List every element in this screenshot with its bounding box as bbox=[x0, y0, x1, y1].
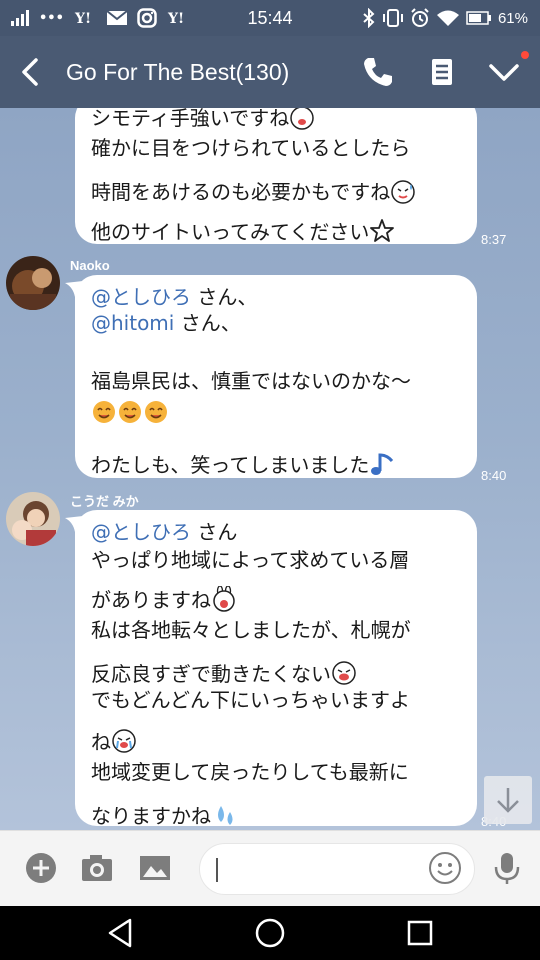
bluetooth-icon bbox=[363, 8, 375, 28]
music-note-icon bbox=[371, 453, 394, 475]
message-bubble[interactable]: @としひろ さん、 @hitomi さん、 福島県民は、慎重ではないのかな〜 わ… bbox=[65, 275, 477, 481]
input-bar bbox=[0, 830, 540, 906]
sender-name: Naoko bbox=[70, 258, 110, 273]
avatar-image bbox=[6, 256, 60, 310]
notes-icon[interactable] bbox=[424, 54, 460, 90]
notification-dot bbox=[521, 51, 529, 59]
smile-emoji-icon bbox=[145, 401, 167, 423]
message-line: 時間をあけるのも必要かもですね bbox=[91, 178, 477, 208]
sweat-drops-icon bbox=[218, 806, 233, 825]
status-right: 61% bbox=[362, 0, 528, 36]
recents-square-icon[interactable] bbox=[403, 916, 437, 950]
back-triangle-icon[interactable] bbox=[104, 916, 138, 950]
vibrate-icon bbox=[382, 9, 403, 27]
battery-icon bbox=[466, 11, 491, 25]
text-caret bbox=[216, 858, 218, 882]
mention[interactable]: @hitomi bbox=[91, 311, 174, 335]
plus-icon[interactable] bbox=[24, 851, 58, 885]
sender-name: こうだ みか bbox=[70, 494, 139, 509]
arrow-down-icon bbox=[497, 788, 519, 813]
message-bubble[interactable]: シモティ手強いですね 確かに目をつけられているとしたら 時間をあけるのも必要かも… bbox=[75, 108, 477, 244]
message-line: でもどんどん下にいっちゃいますよ bbox=[91, 688, 410, 712]
back-icon[interactable] bbox=[14, 54, 48, 90]
status-bar: ••• Y! Y! 15:44 61% bbox=[0, 0, 540, 36]
mention[interactable]: @としひろ bbox=[91, 285, 191, 309]
home-circle-icon[interactable] bbox=[253, 916, 287, 950]
mention[interactable]: @としひろ bbox=[91, 520, 191, 544]
bunny-emoji-icon bbox=[290, 108, 314, 130]
message-line: 地域変更して戻ったりしても最新に bbox=[91, 760, 409, 784]
sweat-emoji-icon bbox=[391, 180, 415, 204]
message-line: シモティ手強いですね bbox=[91, 108, 477, 134]
message-bubble[interactable]: @としひろ さん やっぱり地域によって求めている層 がありますね 私は各地転々と… bbox=[65, 510, 477, 826]
message-line: 反応良すぎで動きたくない bbox=[91, 660, 477, 690]
call-icon[interactable] bbox=[360, 54, 396, 90]
message-line bbox=[91, 399, 477, 429]
navigation-bar bbox=[0, 906, 540, 960]
avatar-image bbox=[6, 492, 60, 546]
chat-header: Go For The Best(130) bbox=[0, 36, 540, 108]
message-line: がありますね bbox=[91, 586, 477, 616]
chevron-down-icon[interactable] bbox=[486, 54, 522, 90]
message-time: 8:40 bbox=[481, 468, 507, 483]
smile-emoji-icon bbox=[119, 401, 141, 423]
message-time: 8:37 bbox=[481, 232, 507, 247]
chat-area[interactable]: シモティ手強いですね 確かに目をつけられているとしたら 時間をあけるのも必要かも… bbox=[0, 108, 540, 830]
crying-emoji-icon bbox=[112, 729, 136, 753]
message-line: 他のサイトいってみてください bbox=[91, 218, 477, 248]
bubble-tail bbox=[65, 281, 83, 297]
alarm-icon bbox=[411, 8, 429, 27]
camera-icon[interactable] bbox=[80, 851, 114, 885]
message-line: 私は各地転々としましたが、札幌が bbox=[91, 618, 411, 642]
wifi-icon bbox=[436, 10, 459, 26]
bubble-tail bbox=[65, 516, 83, 532]
microphone-icon[interactable] bbox=[490, 851, 524, 885]
battery-level: 61% bbox=[497, 9, 528, 27]
message-line: 確かに目をつけられているとしたら bbox=[91, 136, 411, 160]
message-line: なりますかね bbox=[91, 802, 477, 830]
message-line: わたしも、笑ってしまいました bbox=[91, 451, 477, 481]
image-icon[interactable] bbox=[138, 851, 172, 885]
avatar[interactable] bbox=[6, 256, 60, 310]
star-icon bbox=[370, 219, 395, 242]
emoji-icon[interactable] bbox=[428, 851, 462, 885]
smile-emoji-icon bbox=[93, 401, 115, 423]
laugh-emoji-icon bbox=[332, 661, 356, 685]
message-line: ね bbox=[91, 728, 477, 758]
scroll-to-bottom-button[interactable] bbox=[484, 776, 532, 824]
bunny-emoji-icon bbox=[213, 586, 235, 612]
message-line: やっぱり地域によって求めている層 bbox=[91, 548, 410, 572]
avatar[interactable] bbox=[6, 492, 60, 546]
chat-title[interactable]: Go For The Best(130) bbox=[66, 36, 289, 108]
message-line: @hitomi さん、 bbox=[91, 311, 241, 335]
message-line: 福島県民は、慎重ではないのかな〜 bbox=[91, 369, 411, 393]
